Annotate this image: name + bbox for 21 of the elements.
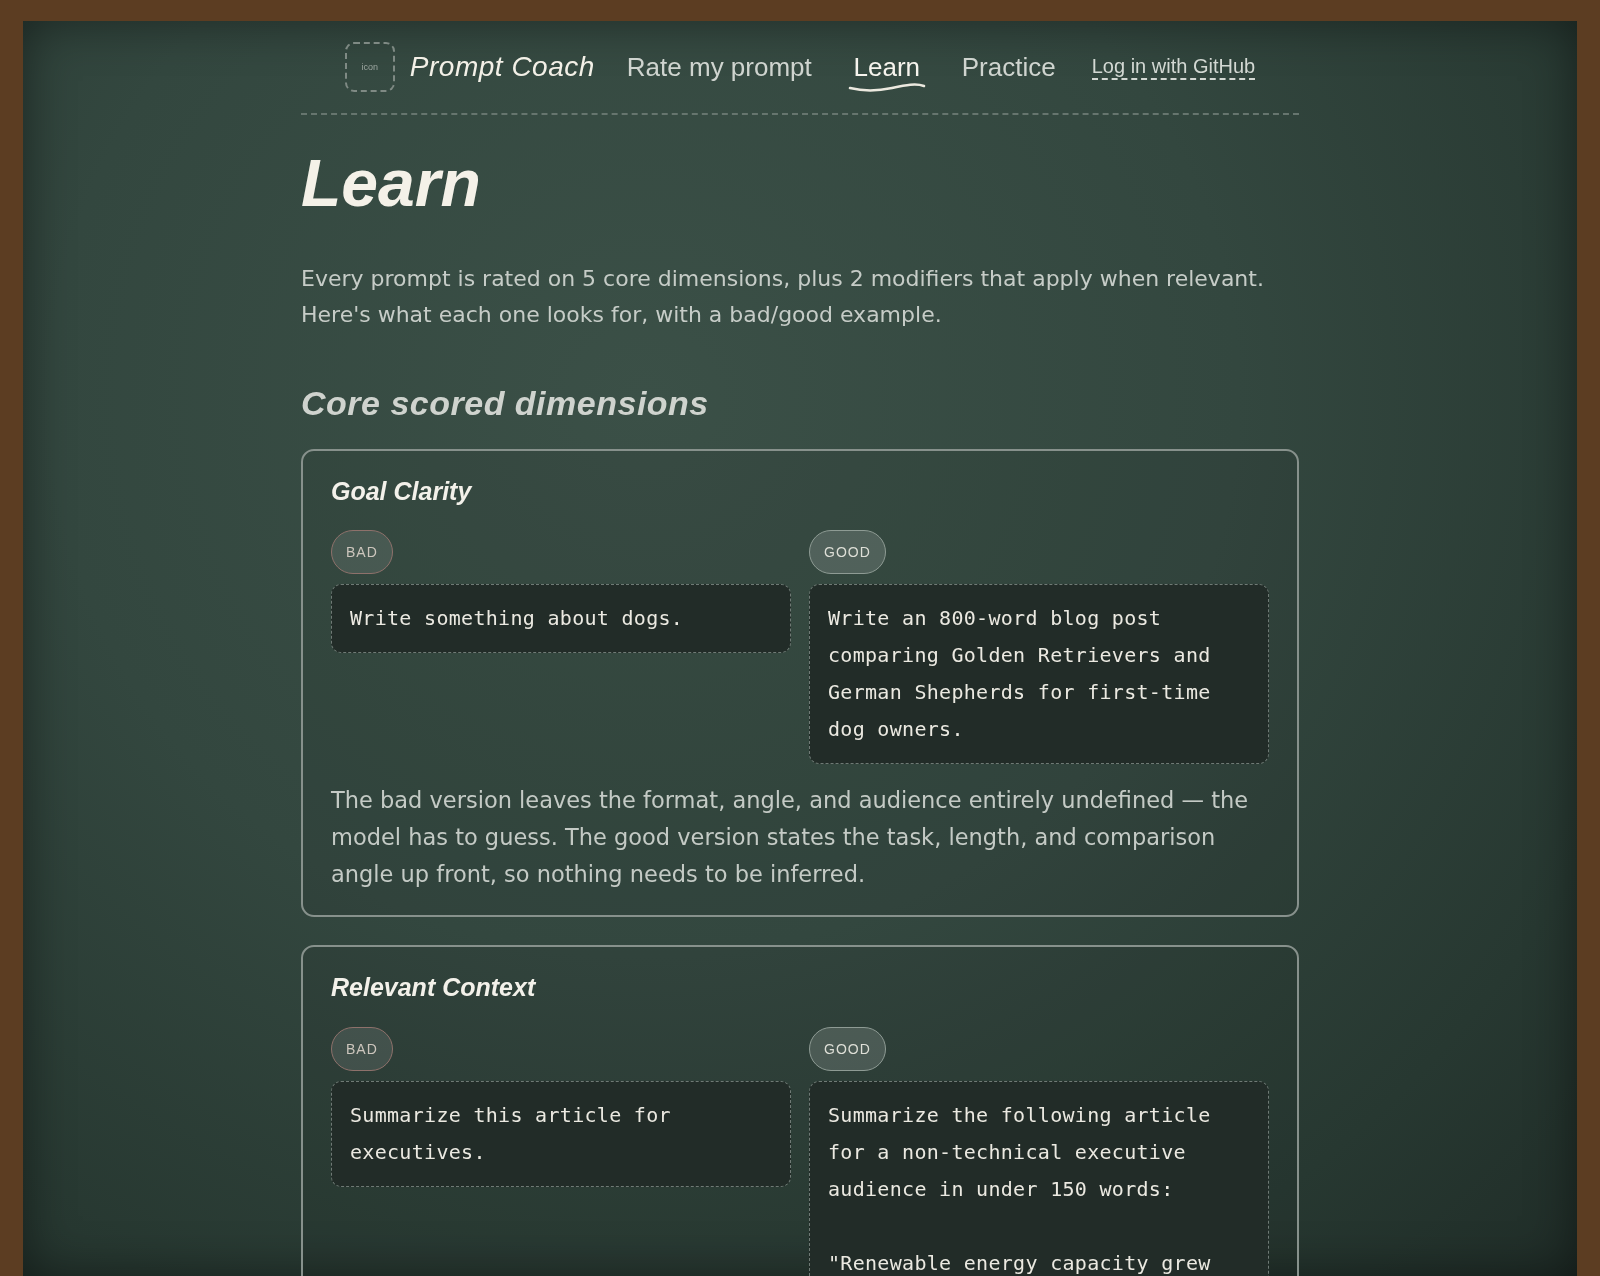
prompt-example-box: Summarize this article for executives. — [331, 1081, 791, 1187]
brand-name: Prompt Coach — [409, 51, 595, 83]
placeholder-icon: icon — [344, 42, 395, 92]
prompt-example-box: Summarize the following article for a non-technical executive audience in under 150 words: "Renewable energy capacity grew — [809, 1081, 1269, 1276]
prompt-example-box: Write an 800-word blog post comparing Golden Retrievers and German Shepherds for first-time dog owners. — [809, 584, 1269, 765]
good-tag: GOOD — [809, 530, 886, 575]
dimension-title: Relevant Context — [331, 972, 537, 1004]
login-link[interactable]: Log in with GitHub — [1091, 54, 1256, 80]
good-tag: GOOD — [809, 1027, 886, 1071]
bad-tag: BAD — [331, 1027, 393, 1071]
nav-tab[interactable]: Rate my prompt — [626, 42, 812, 92]
prompt-example-box: Write something about dogs. — [331, 584, 791, 654]
explanation-text: The bad version leaves the format, angle, and audience entirely undefined — the model has to guess. The good version states the task, length, and comparison angle up front, so nothing needs to be inferred. — [331, 786, 1250, 890]
squiggle-underline-icon — [847, 82, 926, 92]
intro-text: Every prompt is rated on 5 core dimensions, plus 2 modifiers that apply when relevant. Here's what each one looks for, with a bad/good example. — [301, 265, 1265, 330]
page-title: Learn — [301, 145, 482, 222]
dimension-title: Goal Clarity — [331, 476, 474, 507]
bad-tag: BAD — [331, 530, 393, 575]
nav-tab[interactable]: Practice — [961, 42, 1056, 92]
nav-tab[interactable]: Learn — [847, 42, 926, 92]
section-title: Core scored dimensions — [301, 383, 710, 424]
